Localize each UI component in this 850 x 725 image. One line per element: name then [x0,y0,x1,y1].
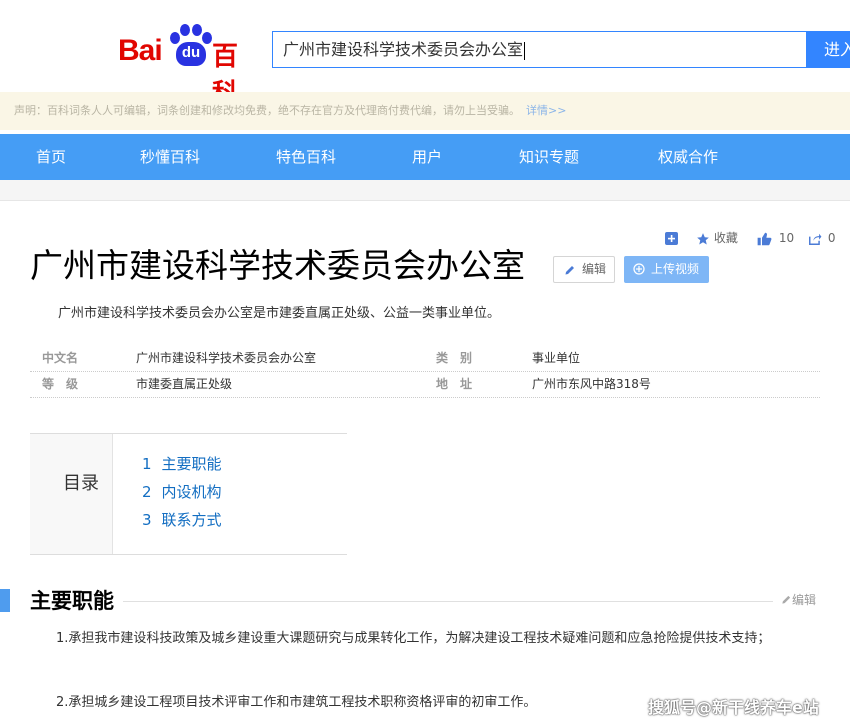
section-marker [0,589,10,612]
disclaimer-text: 声明：百科词条人人可编辑，词条创建和修改均免费，绝不存在官方及代理商付费代编，请… [14,104,520,117]
info-value: 广州市建设科学技术委员会办公室 [136,351,317,365]
disclaimer-bar: 声明：百科词条人人可编辑，词条创建和修改均免费，绝不存在官方及代理商付费代编，请… [0,92,850,130]
info-key: 地 址 [436,377,473,391]
collect-button[interactable]: 收藏 [696,228,738,248]
info-value: 市建委直属正处级 [136,377,233,391]
nav-item-partners[interactable]: 权威合作 [658,134,718,180]
upload-video-label: 上传视频 [651,262,700,276]
pencil-icon [565,266,574,275]
pencil-icon [782,595,791,604]
toc-item-departments[interactable]: 2 内设机构 [142,481,222,502]
info-value: 事业单位 [532,351,581,365]
header: Bai du 百科 广州市建设科学技术委员会办公室 进入 [0,0,850,109]
disclaimer-more-link[interactable]: 详情>> [526,104,566,117]
toc-item-label: 联系方式 [161,511,222,529]
table-of-contents: 目录 1 主要职能 2 内设机构 3 联系方式 [30,433,348,555]
toc-item-number: 2 [142,483,152,501]
edit-button[interactable]: 编辑 [553,256,615,283]
search-button[interactable]: 进入 [806,31,850,68]
plus-circle-icon [633,263,645,275]
toc-item-number: 1 [142,455,152,473]
nav-item-featured[interactable]: 特色百科 [276,134,336,180]
info-key: 等 级 [42,377,79,391]
watermark: 搜狐号@新干线养车e站 [648,698,819,717]
nav-item-miaodong[interactable]: 秒懂百科 [140,134,200,180]
collect-label: 收藏 [713,231,738,245]
logo-bai-text: Bai [118,34,163,67]
thumbs-up-icon [757,232,772,245]
info-row: 等 级 市建委直属正处级 地 址 广州市东风中路318号 [30,372,820,398]
search-input-value: 广州市建设科学技术委员会办公室 [283,40,524,59]
info-key: 中文名 [42,351,79,365]
toc-item-duties[interactable]: 1 主要职能 [142,453,222,474]
toc-item-label: 主要职能 [161,455,222,473]
like-count: 10 [778,231,795,245]
nav-item-home[interactable]: 首页 [36,134,66,180]
add-button[interactable] [665,228,678,248]
search-input[interactable]: 广州市建设科学技术委员会办公室 [272,31,806,68]
nav-spacer [0,180,850,200]
nav-item-topics[interactable]: 知识专题 [519,134,579,180]
toc-label: 目录 [63,473,99,494]
plus-square-icon [665,232,678,245]
section-edit-button[interactable]: 编辑 [781,592,816,608]
edit-label: 编辑 [582,262,607,276]
page-title: 广州市建设科学技术委员会办公室 [30,246,525,285]
toc-item-contact[interactable]: 3 联系方式 [142,509,222,530]
toc-item-label: 内设机构 [161,483,222,501]
info-row: 中文名 广州市建设科学技术委员会办公室 类 别 事业单位 [30,346,820,372]
nav-item-user[interactable]: 用户 [412,134,442,180]
share-icon [809,233,822,245]
text-caret [524,41,526,60]
basic-info-table: 中文名 广州市建设科学技术委员会办公室 类 别 事业单位 等 级 市建委直属正处… [30,346,820,398]
like-button[interactable]: 10 [757,228,794,248]
article-summary: 广州市建设科学技术委员会办公室是市建委直属正处级、公益一类事业单位。 [58,306,501,321]
section-edit-label: 编辑 [792,593,817,607]
toc-item-number: 3 [142,511,152,529]
paragraph: 1.承担我市建设科技政策及城乡建设重大课题研究与成果转化工作，为解决建设工程技术… [56,631,771,646]
baidu-baike-logo[interactable]: Bai du 百科 [118,22,258,109]
logo-du-text: du [181,44,201,61]
paw-icon: du [168,24,212,66]
share-button[interactable]: 0 [808,228,835,248]
info-key: 类 别 [436,351,473,365]
info-value: 广州市东风中路318号 [532,377,651,391]
share-count: 0 [827,231,836,245]
main-nav: 首页 秒懂百科 特色百科 用户 知识专题 权威合作 [0,134,850,180]
section-title: 主要职能 [30,589,114,613]
section-divider [123,601,773,602]
upload-video-button[interactable]: 上传视频 [624,256,709,283]
star-icon [697,232,709,244]
